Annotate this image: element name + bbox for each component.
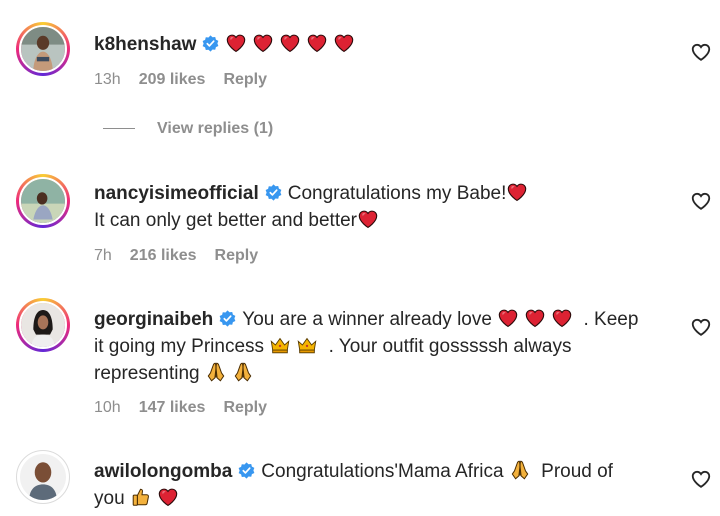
comment-body: Proud of	[541, 461, 613, 482]
like-count[interactable]: 209 likes	[139, 71, 206, 88]
timestamp: 10h	[94, 399, 121, 416]
like-count[interactable]: 147 likes	[139, 399, 206, 416]
praying-emoji	[205, 361, 227, 383]
comment-text: nancyisimeofficial Congratulations my Bab…	[94, 180, 669, 234]
reply-button[interactable]: Reply	[215, 247, 259, 264]
red-heart-emoji	[157, 486, 179, 508]
red-heart-emoji	[333, 32, 355, 54]
avatar[interactable]	[16, 298, 70, 352]
red-heart-emoji	[225, 32, 247, 54]
reply-button[interactable]: Reply	[223, 71, 267, 88]
comment-body: You are a winner already love	[242, 309, 492, 330]
comment-meta: 13h 209 likes Reply	[94, 71, 285, 89]
heart-outline-icon[interactable]	[690, 41, 712, 63]
comment-meta: 7h 216 likes Reply	[94, 247, 276, 265]
red-heart-emoji	[306, 32, 328, 54]
verified-badge-icon	[238, 462, 255, 479]
avatar[interactable]	[16, 450, 70, 504]
avatar-photo	[21, 179, 65, 223]
red-heart-emoji	[524, 307, 546, 329]
reply-button[interactable]: Reply	[223, 399, 267, 416]
red-heart-emoji	[497, 307, 519, 329]
crown-emoji	[296, 334, 318, 356]
verified-badge-icon	[219, 310, 236, 327]
username[interactable]: awilolongomba	[94, 461, 232, 482]
red-heart-emoji	[551, 307, 573, 329]
view-replies-button[interactable]: View replies (1)	[103, 120, 273, 138]
divider	[103, 128, 135, 130]
username[interactable]: georginaibeh	[94, 309, 213, 330]
verified-badge-icon	[265, 184, 282, 201]
avatar-photo	[21, 303, 65, 347]
red-heart-emoji	[279, 32, 301, 54]
comment-body: . Your outfit gosssssh always	[328, 336, 572, 357]
username[interactable]: nancyisimeofficial	[94, 183, 259, 204]
red-heart-emoji	[357, 208, 379, 230]
view-replies-label: View replies (1)	[157, 120, 274, 137]
heart-outline-icon[interactable]	[690, 190, 712, 212]
avatar-photo	[20, 454, 66, 500]
timestamp: 7h	[94, 247, 112, 264]
comment-body: representing	[94, 363, 200, 384]
avatar[interactable]	[16, 174, 70, 228]
red-heart-emoji	[506, 181, 528, 203]
comment-body: . Keep	[583, 309, 639, 330]
like-count[interactable]: 216 likes	[130, 247, 197, 264]
comment-body: It can only get better and better	[94, 210, 358, 231]
praying-emoji	[232, 361, 254, 383]
comment-meta: 10h 147 likes Reply	[94, 399, 285, 417]
praying-emoji	[509, 459, 531, 481]
heart-outline-icon[interactable]	[690, 316, 712, 338]
avatar-photo	[21, 27, 65, 71]
thumbs-up-emoji	[130, 486, 152, 508]
comment-body: it going my Princess	[94, 336, 265, 357]
red-heart-emoji	[252, 32, 274, 54]
comment-text: georginaibeh You are a winner already lov…	[94, 306, 669, 387]
comment-body: Congratulations my Babe!	[287, 183, 507, 204]
verified-badge-icon	[202, 35, 219, 52]
comment-text: k8henshaw	[94, 31, 669, 58]
comment-body: Congratulations'Mama Africa	[261, 461, 504, 482]
comment-body: you	[94, 488, 125, 509]
avatar[interactable]	[16, 22, 70, 76]
comment-text: awilolongomba Congratulations'Mama Africa…	[94, 458, 669, 512]
username[interactable]: k8henshaw	[94, 34, 196, 55]
heart-outline-icon[interactable]	[690, 468, 712, 490]
crown-emoji	[269, 334, 291, 356]
timestamp: 13h	[94, 71, 121, 88]
